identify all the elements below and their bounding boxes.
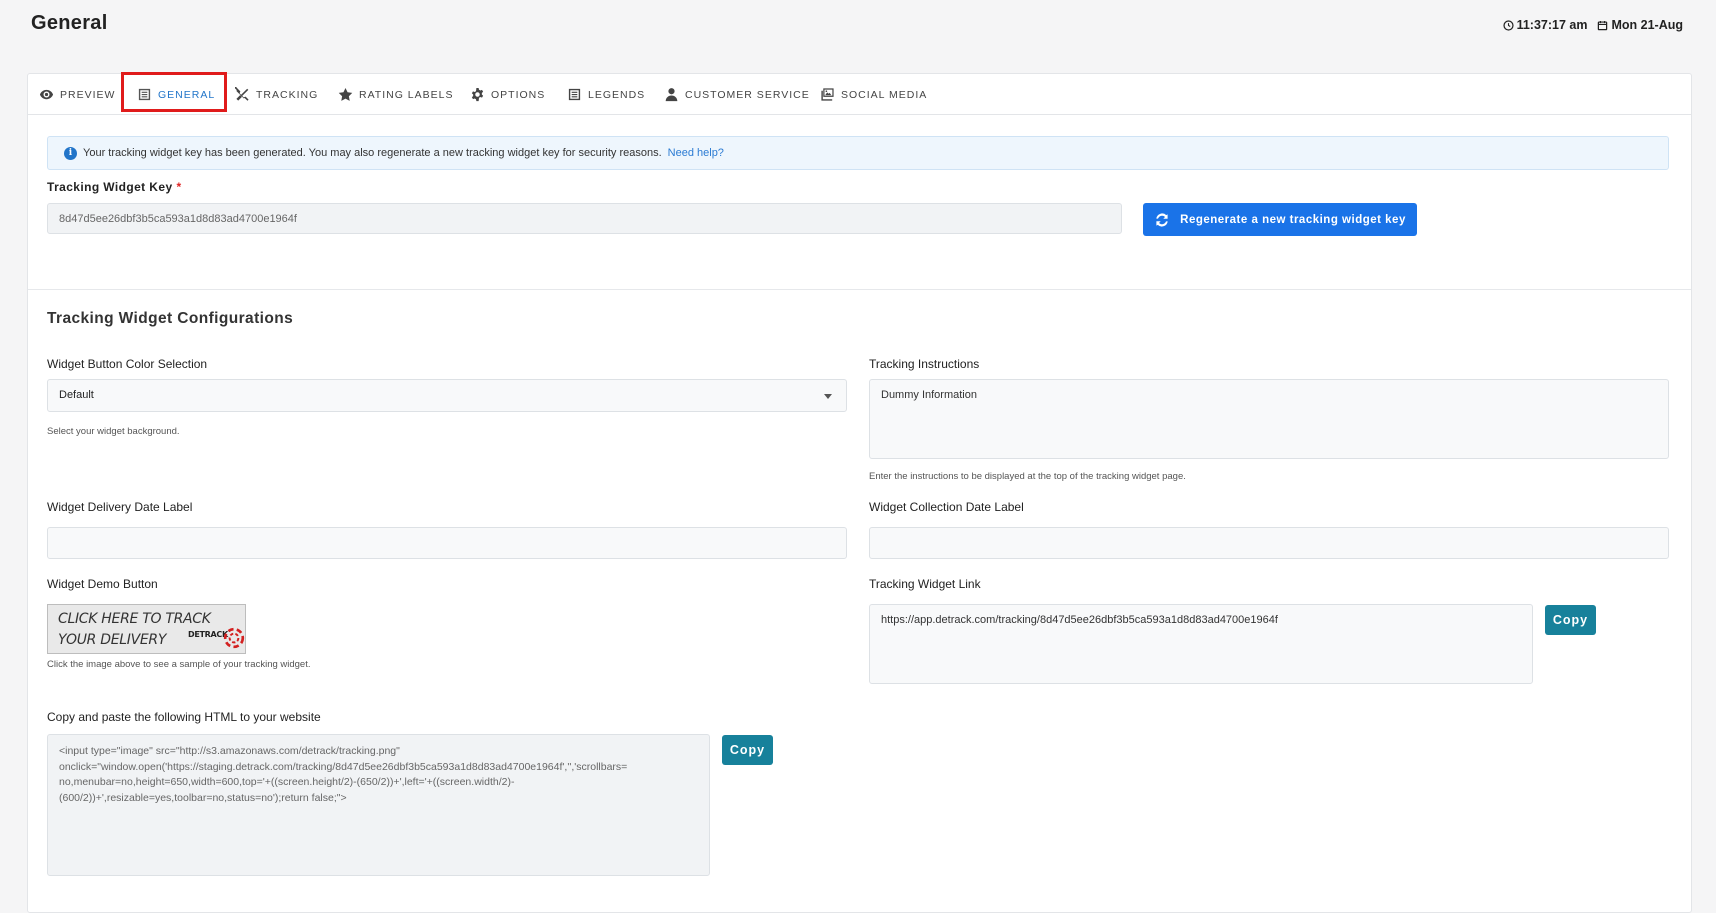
refresh-icon: [1156, 212, 1168, 227]
list-icon: [568, 88, 581, 101]
alert-text: Your tracking widget key has been genera…: [83, 147, 662, 159]
calendar-icon: [1598, 20, 1608, 30]
instructions-textarea[interactable]: Dummy Information: [869, 379, 1669, 459]
tab-label: OPTIONS: [491, 88, 546, 101]
button-color-help: Select your widget background.: [47, 426, 180, 437]
tab-tracking[interactable]: TRACKING: [235, 74, 318, 115]
instructions-label: Tracking Instructions: [869, 357, 980, 371]
tab-bar: PREVIEW GENERAL TRACKING RATING LABELS O…: [28, 72, 1691, 115]
demo-track-button[interactable]: CLICK HERE TO TRACK YOUR DELIVERY DETRAC…: [47, 604, 246, 654]
tab-legends[interactable]: LEGENDS: [567, 74, 645, 115]
widget-link-label: Tracking Widget Link: [869, 577, 981, 591]
section-divider: [28, 289, 1691, 290]
tab-label: RATING LABELS: [359, 88, 454, 101]
collection-date-label: Widget Collection Date Label: [869, 500, 1024, 514]
html-snippet-textarea[interactable]: <input type="image" src="http://s3.amazo…: [47, 734, 710, 876]
tab-rating-labels[interactable]: RATING LABELS: [338, 74, 454, 115]
widget-key-label-text: Tracking Widget Key: [47, 180, 173, 194]
copy-link-button[interactable]: Copy: [1545, 605, 1596, 635]
button-color-value: Default: [59, 389, 94, 401]
page-title: General: [31, 12, 108, 34]
delivery-date-input[interactable]: [47, 527, 847, 559]
tab-label: TRACKING: [256, 88, 319, 101]
top-bar: General 11:37:17 am Mon 21-Aug: [0, 0, 1716, 60]
demo-button-help: Click the image above to see a sample of…: [47, 659, 311, 670]
need-help-link[interactable]: Need help?: [668, 147, 724, 159]
gear-icon: [471, 87, 484, 102]
instructions-help: Enter the instructions to be displayed a…: [869, 471, 1186, 482]
detrack-swirl-icon: [223, 627, 245, 649]
info-icon: i: [64, 146, 77, 160]
tab-options[interactable]: OPTIONS: [470, 74, 545, 115]
widget-key-label: Tracking Widget Key *: [47, 180, 182, 194]
date-text: Mon 21-Aug: [1611, 18, 1683, 32]
copy-html-button[interactable]: Copy: [722, 735, 773, 765]
user-icon: [665, 88, 678, 102]
widget-key-input[interactable]: 8d47d5ee26dbf3b5ca593a1d8d83ad4700e1964f: [47, 203, 1122, 234]
tab-social-media[interactable]: SOCIAL MEDIA: [820, 74, 927, 115]
demo-button-line2: YOUR DELIVERY: [58, 632, 167, 648]
tab-label: SOCIAL MEDIA: [841, 88, 928, 101]
clock: 11:37:17 am Mon 21-Aug: [1502, 18, 1683, 32]
demo-button-line1: CLICK HERE TO TRACK: [58, 611, 211, 627]
detrack-logo: DETRACK: [188, 630, 228, 639]
button-color-select[interactable]: Default: [47, 379, 847, 412]
demo-button-label: Widget Demo Button: [47, 577, 158, 591]
collection-date-input[interactable]: [869, 527, 1669, 559]
clock-icon: [1502, 19, 1514, 31]
tab-label: CUSTOMER SERVICE: [685, 88, 810, 101]
widget-link-textarea[interactable]: https://app.detrack.com/tracking/8d47d5e…: [869, 604, 1533, 684]
tab-label: LEGENDS: [588, 88, 646, 101]
tab-customer-service[interactable]: CUSTOMER SERVICE: [664, 74, 810, 115]
html-snippet-label: Copy and paste the following HTML to you…: [47, 710, 321, 724]
tools-icon: [235, 87, 249, 101]
tab-label: PREVIEW: [60, 88, 116, 101]
chevron-down-icon: [824, 394, 832, 399]
tab-preview[interactable]: PREVIEW: [39, 74, 115, 115]
date-display: Mon 21-Aug: [1597, 18, 1683, 32]
time-display: 11:37:17 am: [1502, 18, 1588, 32]
info-alert: i Your tracking widget key has been gene…: [47, 136, 1669, 170]
required-mark: *: [176, 180, 182, 194]
configurations-title: Tracking Widget Configurations: [47, 310, 294, 327]
active-tab-highlight: [121, 72, 227, 112]
delivery-date-label: Widget Delivery Date Label: [47, 500, 193, 514]
star-icon: [338, 87, 353, 101]
eye-icon: [39, 89, 54, 100]
regenerate-key-label: Regenerate a new tracking widget key: [1180, 213, 1406, 226]
time-text: 11:37:17 am: [1516, 18, 1588, 32]
settings-card: PREVIEW GENERAL TRACKING RATING LABELS O…: [27, 72, 1692, 913]
regenerate-key-button[interactable]: Regenerate a new tracking widget key: [1143, 203, 1417, 236]
images-icon: [821, 88, 834, 101]
button-color-label: Widget Button Color Selection: [47, 357, 208, 371]
